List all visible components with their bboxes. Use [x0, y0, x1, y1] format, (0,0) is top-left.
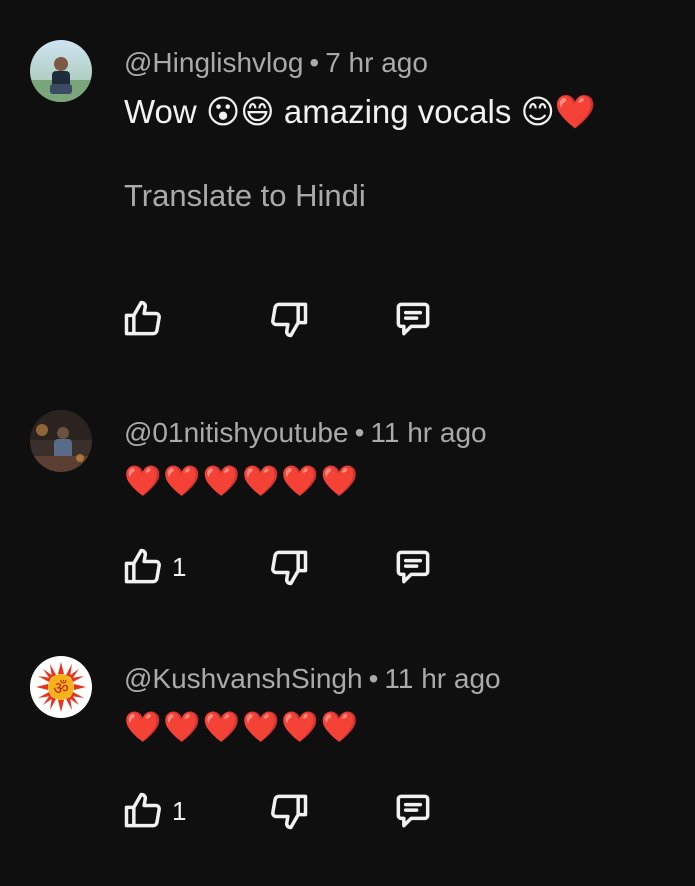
comment-text: Wow 😮😄 amazing vocals 😊❤️: [124, 93, 596, 130]
comment-text: ❤️❤️❤️❤️❤️❤️: [124, 711, 361, 744]
comment-time: 11 hr ago: [384, 663, 501, 694]
like-button[interactable]: 1: [120, 545, 186, 589]
thumbs-down-icon: [271, 302, 308, 338]
meta-separator: •: [368, 663, 379, 694]
avatar[interactable]: ॐ: [30, 656, 92, 718]
om-sun-logo: ॐ: [30, 656, 92, 718]
reply-button[interactable]: [390, 789, 436, 833]
reply-button[interactable]: [390, 297, 436, 341]
thumbs-down-icon: [271, 550, 308, 586]
comment-time: 7 hr ago: [325, 47, 428, 78]
comment-actions: [120, 297, 520, 341]
comment-time: 11 hr ago: [370, 417, 487, 448]
comment-author[interactable]: @01nitishyoutube: [124, 417, 349, 448]
avatar-image: [30, 410, 92, 472]
reply-button[interactable]: [390, 545, 436, 589]
meta-separator: •: [309, 47, 320, 78]
reply-comment-icon: [396, 550, 430, 584]
dislike-button[interactable]: [266, 789, 312, 833]
avatar[interactable]: [30, 40, 92, 102]
avatar-image: [30, 40, 92, 102]
thumbs-up-icon: [124, 548, 161, 584]
like-button[interactable]: [120, 297, 172, 341]
comment-author[interactable]: @KushvanshSingh: [124, 663, 363, 694]
reply-comment-icon: [396, 302, 430, 336]
reply-comment-icon: [396, 794, 430, 828]
comment-actions: 1: [120, 545, 520, 589]
meta-separator: •: [354, 417, 365, 448]
like-button[interactable]: 1: [120, 789, 186, 833]
like-count: 1: [172, 795, 187, 826]
comment-author[interactable]: @Hinglishvlog: [124, 47, 303, 78]
dislike-button[interactable]: [266, 545, 312, 589]
avatar[interactable]: [30, 410, 92, 472]
like-count: 1: [172, 551, 187, 582]
thumbs-up-icon: [124, 300, 161, 336]
comment-meta: @KushvanshSingh • 11 hr ago: [124, 662, 501, 696]
comment-text: ❤️❤️❤️❤️❤️❤️: [124, 465, 361, 498]
comment-meta: @01nitishyoutube • 11 hr ago: [124, 416, 487, 450]
comment-actions: 1: [120, 789, 520, 833]
comment-meta: @Hinglishvlog • 7 hr ago: [124, 46, 428, 80]
translate-button[interactable]: Translate to Hindi: [124, 177, 366, 215]
dislike-button[interactable]: [266, 297, 312, 341]
thumbs-up-icon: [124, 792, 161, 828]
thumbs-down-icon: [271, 794, 308, 830]
om-symbol: ॐ: [53, 679, 69, 699]
